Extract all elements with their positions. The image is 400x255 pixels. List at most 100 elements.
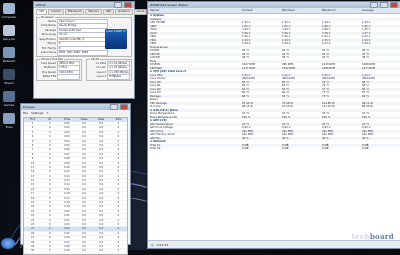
table-cell: 25 xyxy=(30,227,35,231)
table-cell: 14 xyxy=(30,179,35,183)
sensor-cell: 0 MB xyxy=(362,147,369,150)
table-cell: 0 xyxy=(117,244,120,248)
table-cell: 0 xyxy=(48,148,51,152)
clocks-legend: Clocks (Core #0) xyxy=(40,58,64,61)
menu-item[interactable]: File xyxy=(23,111,28,115)
table-cell: 0 xyxy=(117,170,120,174)
recycle-icon xyxy=(3,25,15,36)
table-cell: 0.0 xyxy=(82,143,87,147)
table-cell: 0.0 xyxy=(99,214,104,218)
column-header[interactable]: Minimum xyxy=(280,8,320,13)
table-cell: 0:21 xyxy=(64,214,70,218)
table-cell: 0 xyxy=(117,187,120,191)
table-cell: 0 xyxy=(48,187,51,191)
table-cell: 0 xyxy=(48,196,51,200)
table-cell: 0.0 xyxy=(99,122,104,125)
table-cell: 0.0 xyxy=(99,139,104,143)
tab-memory[interactable]: Memory xyxy=(85,9,102,15)
table-cell: 0.0 xyxy=(99,209,104,213)
table-cell: 0.0 xyxy=(82,170,87,174)
table-cell: 0.0 xyxy=(99,143,104,147)
column-header[interactable]: Average xyxy=(360,8,400,13)
table-cell: 2 xyxy=(31,126,34,130)
table-cell: 0 xyxy=(117,227,120,231)
table-cell: 17 xyxy=(30,192,35,196)
field-value xyxy=(57,74,80,80)
table-cell: 0 xyxy=(117,183,120,187)
field-label: Bus Speed xyxy=(42,70,56,74)
sensor-row[interactable]: Total UP 0 MB 0 MB 0 MB 0 MB xyxy=(148,147,400,151)
table-cell: 0:02 xyxy=(64,130,70,134)
table-cell: 0.0 xyxy=(82,165,87,169)
table-cell: 0:13 xyxy=(64,179,70,183)
table-cell: 0.0 xyxy=(82,179,87,183)
field-row: Level 38 MBytes xyxy=(88,74,130,80)
table-cell: 0.0 xyxy=(82,227,87,231)
table-cell: 0.0 xyxy=(99,227,104,231)
table-cell: 0.0 xyxy=(82,152,87,156)
table-cell: 0:16 xyxy=(64,192,70,196)
tab-about[interactable]: About xyxy=(133,9,148,15)
close-button[interactable] xyxy=(120,104,128,110)
process-title: Process xyxy=(23,105,35,109)
desktop-icon[interactable]: Recycle xyxy=(1,25,17,41)
steam-icon xyxy=(3,69,15,80)
table-cell: 0 xyxy=(117,201,120,205)
desktop-icon[interactable]: Steam xyxy=(1,69,17,85)
column-header[interactable]: Maximum xyxy=(320,8,360,13)
table-cell: 0.0 xyxy=(82,122,87,125)
table-cell: 0:15 xyxy=(64,187,70,191)
cpuz-window[interactable]: CPU-Z CPU Caches Mainboard Memory SPD Graphic… xyxy=(33,1,148,99)
desktop-icon-label: Network xyxy=(2,59,16,63)
process-window[interactable]: Process File Settings? Tick ID Time Value Rat… xyxy=(20,103,131,255)
tab-graphics[interactable]: Graphics xyxy=(115,9,133,15)
desktop-icon[interactable]: Tools xyxy=(1,113,17,129)
desktop-icon[interactable]: Games xyxy=(1,91,17,107)
hwinfo-window[interactable]: HWiNFO64 Sensor Status Sensor Current Mini… xyxy=(147,1,400,249)
table-cell: 28 xyxy=(30,240,35,244)
tab-caches[interactable]: Caches xyxy=(48,9,64,15)
table-cell: 0.0 xyxy=(82,236,87,240)
menu-item[interactable]: ? xyxy=(46,111,48,115)
table-cell: 10 xyxy=(30,161,35,165)
table-cell: 20 xyxy=(30,205,35,209)
start-button[interactable] xyxy=(1,238,15,249)
table-cell: 0.0 xyxy=(82,130,87,134)
tab-mainboard[interactable]: Mainboard xyxy=(64,9,85,15)
field-label: Level 2 xyxy=(96,70,106,74)
minimize-button[interactable] xyxy=(110,104,118,110)
field-row: Rated FSB xyxy=(38,74,80,80)
desktop-icon[interactable]: Computer xyxy=(1,3,17,19)
table-cell: 0 xyxy=(117,196,120,200)
table-cell: 22 xyxy=(30,214,35,218)
table-cell: 0.0 xyxy=(82,218,87,222)
processor-legend: Processor xyxy=(40,16,55,19)
table-cell: 0.0 xyxy=(82,201,87,205)
table-cell: 0 xyxy=(117,209,120,213)
menu-item[interactable]: Settings xyxy=(31,111,43,115)
watermark-tech: tech xyxy=(351,232,370,241)
sensor-cell: Total UP xyxy=(150,147,161,150)
table-cell: 0.0 xyxy=(82,148,87,152)
minimize-button[interactable] xyxy=(114,2,122,8)
field-label: Name xyxy=(48,19,56,23)
close-button[interactable] xyxy=(124,2,132,8)
table-cell: 0.0 xyxy=(82,139,87,143)
column-header[interactable]: Current xyxy=(240,8,280,13)
table-cell: 0 xyxy=(117,135,120,139)
tab-cpu[interactable]: CPU xyxy=(36,9,48,15)
table-cell: 24 xyxy=(30,222,35,226)
column-header[interactable]: Sensor xyxy=(148,8,240,13)
table-cell: 0:04 xyxy=(64,139,70,143)
desktop-icon[interactable]: Network xyxy=(1,47,17,63)
table-cell: 0 xyxy=(48,227,51,231)
tab-spd[interactable]: SPD xyxy=(102,9,115,15)
field-label: Family xyxy=(47,42,56,46)
table-cell: 0 xyxy=(48,183,51,187)
table-cell: 0 xyxy=(48,231,51,235)
desktop-icon-label: Computer xyxy=(1,15,17,19)
table-cell: 29 xyxy=(30,244,35,248)
hwinfo-sensor-list: SystemVoltagesCPU VCORE1.22 V1.22 V1.24 … xyxy=(148,14,400,151)
table-cell: 0 xyxy=(48,165,51,169)
table-cell: 0:03 xyxy=(64,135,70,139)
